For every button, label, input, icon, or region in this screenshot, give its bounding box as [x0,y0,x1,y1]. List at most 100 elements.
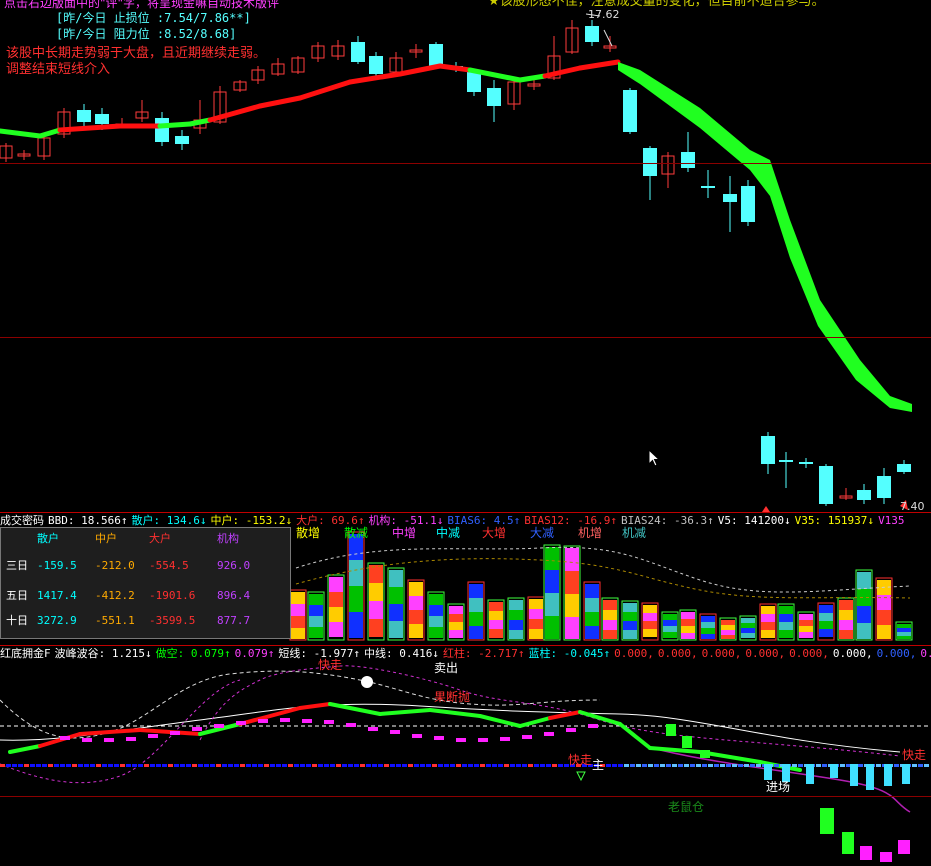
osc-band-cell [390,764,395,767]
pane-divider [0,512,931,513]
osc-band-cell [186,764,191,767]
fund-table-cell: -212.0 [95,559,135,572]
osc-cyan-bar [830,764,838,778]
osc-band-cell [294,764,299,767]
osc-marker [412,734,422,738]
grid-line [0,796,931,797]
osc_header-value: 波峰波谷: 1.215↓ [54,647,152,660]
osc-band-cell [546,764,551,767]
osc-band-cell [672,764,677,767]
osc-band-cell [144,764,149,767]
pane-divider [0,645,931,646]
osc-cyan-bar [884,764,892,786]
osc-band-cell [348,764,353,767]
indicator-name[interactable]: 成交密码 [0,514,44,527]
signal-kuaizou: 快走 [568,753,593,767]
osc-cyan-bar [850,764,858,786]
osc-band-cell [618,764,623,767]
osc-band-cell [660,764,665,767]
osc-band-cell [606,764,611,767]
osc-marker [544,732,554,736]
pattern-notice: ★该股形态不佳，注意成交量的变化，但目前不适合参与。 [488,0,825,9]
osc_header-value: 0.000, [657,647,698,660]
osc-band-cell [636,764,641,767]
osc-band-cell [222,764,227,767]
smiley-icon [361,676,373,688]
osc-main-line-segment [78,728,142,736]
osc-band-cell [90,764,95,767]
osc_header-value: 0.000, [745,647,786,660]
osc-marker [214,724,224,728]
osc-band-cell [6,764,11,767]
osc-band-cell [30,764,35,767]
osc-band-cell [42,764,47,767]
osc-band-cell [426,764,431,767]
osc-band-cell [732,764,737,767]
osc-band-cell [138,764,143,767]
osc-band-cell [300,764,305,767]
fund-table-cell: -1901.6 [149,589,196,602]
osc-band-cell [384,764,389,767]
osc-block [700,750,710,758]
grid-line [0,163,931,164]
osc-band-cell [330,764,335,767]
volume_header-value: V35: 151937↓ [794,514,875,527]
osc-band-cell [402,764,407,767]
osc-band-cell [54,764,59,767]
osc-block [682,736,692,748]
osc-marker [126,737,136,741]
info-line-tip: 点击右边版面中的"评"字，将呈现金嘛自动技术版评 [4,0,280,10]
osc-band-cell [744,764,749,767]
osc-band-cell [150,764,155,767]
osc-band-cell [102,764,107,767]
osc-block [880,852,892,862]
signal-kuaizou: 快走 [902,748,927,762]
osc-band-cell [798,764,803,767]
osc-band-cell [312,764,317,767]
osc-block [898,840,910,854]
osc-band-cell [0,764,5,767]
fund-table-cell: 3272.9 [37,614,77,627]
osc-marker [588,724,598,728]
osc-main-line-segment [378,708,432,716]
osc-band-cell [378,764,383,767]
osc-band-cell [816,764,821,767]
osc-marker [170,731,180,735]
osc-band-cell [480,764,485,767]
fund-table-header: 机构 [217,532,239,545]
osc-band-cell [876,764,881,767]
volume_header-value: 中户: -153.2↓ [210,514,293,527]
osc-band-cell [372,764,377,767]
indicator-name[interactable]: 红底拥金F [0,647,51,660]
osc-band-cell [12,764,17,767]
osc-band-cell [36,764,41,767]
osc-band-cell [696,764,701,767]
osc-band-cell [168,764,173,767]
osc-band-cell [774,764,779,767]
trend-comment: 该股中长期走势弱于大盘，且近期继续走弱。 [6,46,267,61]
osc-band-cell [216,764,221,767]
osc-band-cell [504,764,509,767]
osc-band-cell [324,764,329,767]
osc-band-cell [912,764,917,767]
osc-band-cell [84,764,89,767]
osc-band-cell [306,764,311,767]
osc-band-cell [486,764,491,767]
osc-band-cell [132,764,137,767]
osc-block [820,808,834,834]
oscillator-indicator-header: 红底拥金F 波峰波谷: 1.215↓ 做空: 0.079↑ 0.079↑ 短线: -1.… [0,647,931,660]
osc-band-cell [534,764,539,767]
advice-comment: 调整结束短线介入 [6,62,111,77]
legend-item: 大减 [530,526,555,540]
osc-band-cell [192,764,197,767]
osc-marker [522,735,532,739]
fund-table-row-label: 十日 [6,614,28,627]
osc_header-value: 0.000, [701,647,742,660]
osc-band-cell [510,764,515,767]
osc-band-cell [552,764,557,767]
osc-band-cell [318,764,323,767]
signal-kuaizou: 快走 [318,658,343,672]
osc-band-cell [78,764,83,767]
oscillator-chart[interactable] [0,0,931,866]
legend-item: 散减 [344,526,369,540]
